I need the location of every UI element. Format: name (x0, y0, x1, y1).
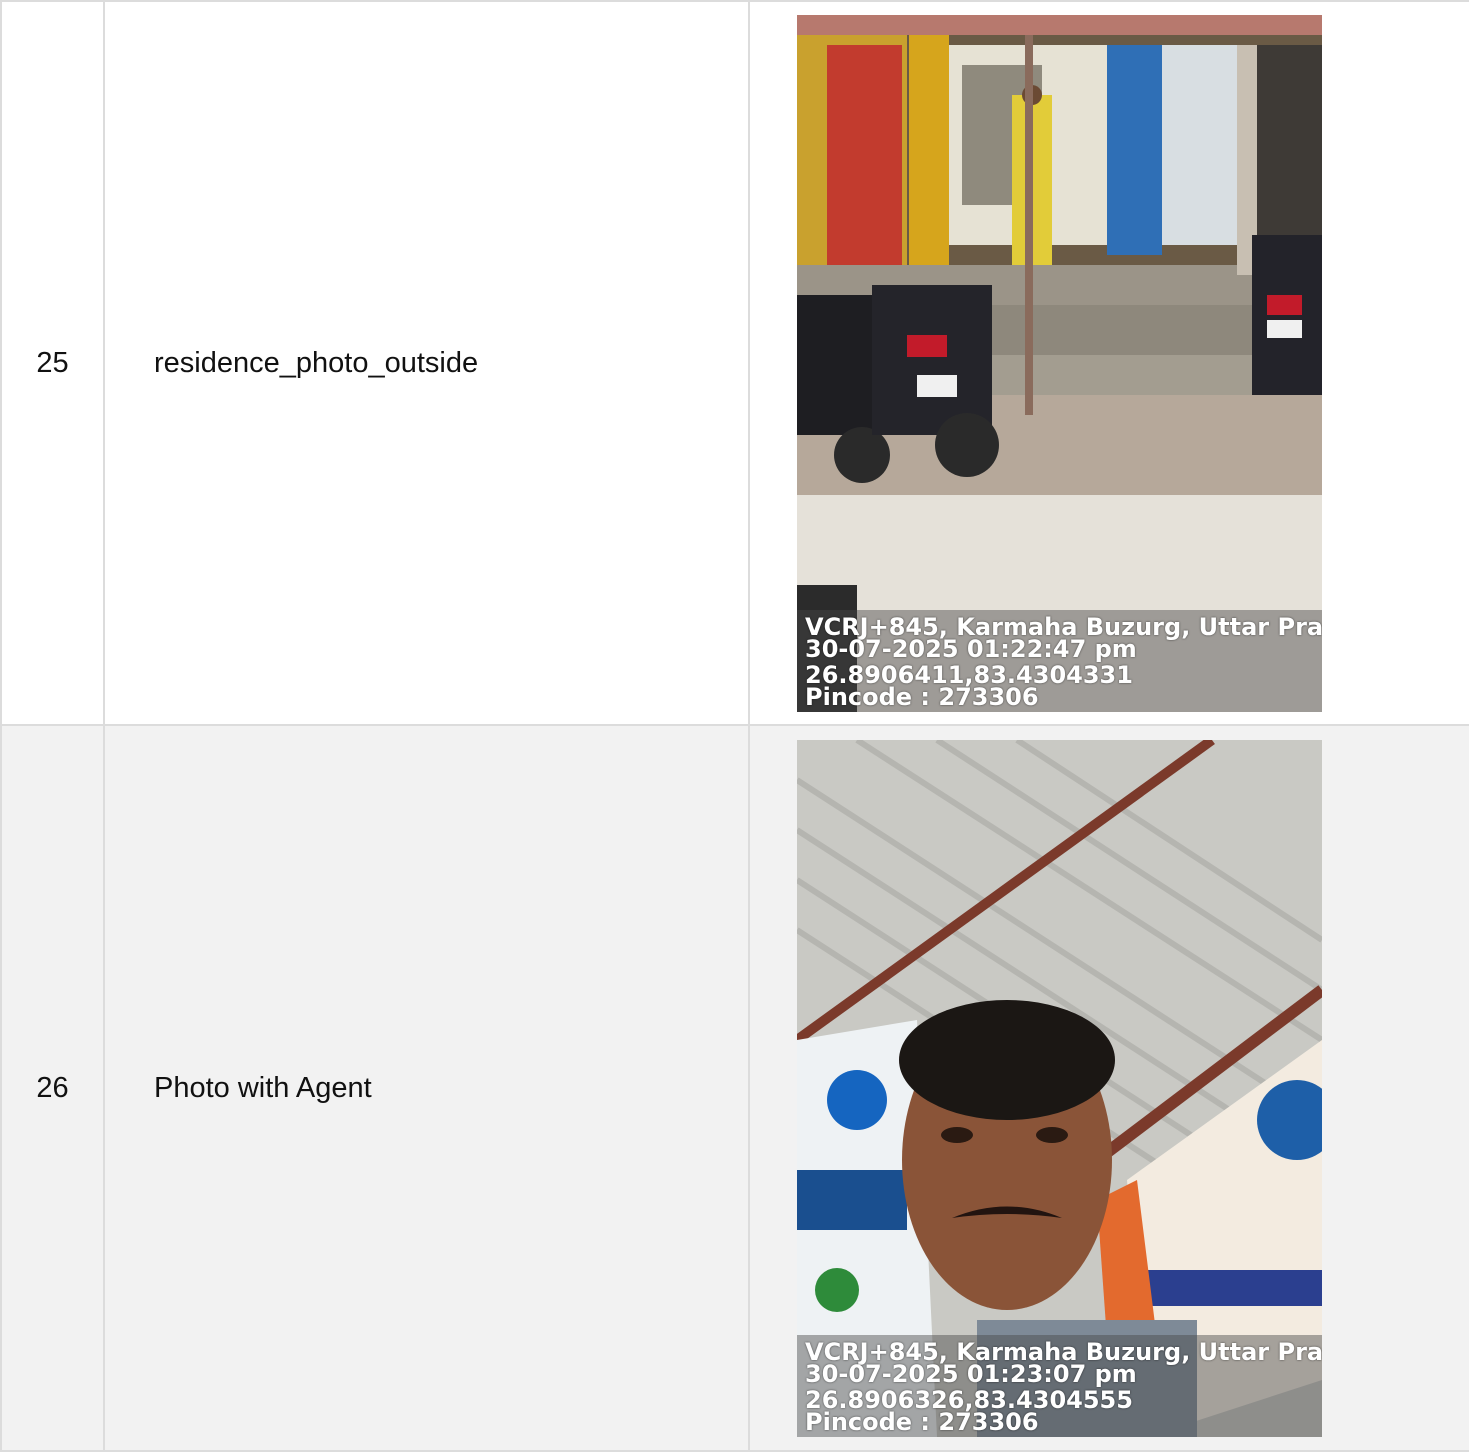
row-label: residence_photo_outside (103, 0, 750, 726)
agent-selfie-image (797, 739, 1322, 1437)
row-label: Photo with Agent (103, 724, 750, 1452)
row-number: 25 (0, 0, 105, 726)
agent-selfie-photo: VCRJ+845, Karmaha Buzurg, Uttar Pradesh … (797, 739, 1322, 1437)
row-number: 26 (0, 724, 105, 1452)
photo-cell: VCRJ+845, Karmaha Buzurg, Uttar Pradesh … (748, 0, 1469, 726)
storefront-scene-image (797, 14, 1322, 712)
residence-outside-photo: VCRJ+845, Karmaha Buzurg, Uttar Pradesh … (797, 14, 1322, 712)
photo-cell: VCRJ+845, Karmaha Buzurg, Uttar Pradesh … (748, 724, 1469, 1452)
table-row: 25 residence_photo_outside VCRJ+845, Kar… (0, 0, 1469, 726)
geotag-stamp: VCRJ+845, Karmaha Buzurg, Uttar Pradesh … (797, 1334, 1322, 1437)
geotag-stamp: VCRJ+845, Karmaha Buzurg, Uttar Pradesh … (797, 609, 1322, 712)
photo-report-table: 25 residence_photo_outside VCRJ+845, Kar… (0, 0, 1469, 1452)
table-row: 26 Photo with Agent VCRJ+845, Karmaha Bu… (0, 724, 1469, 1452)
